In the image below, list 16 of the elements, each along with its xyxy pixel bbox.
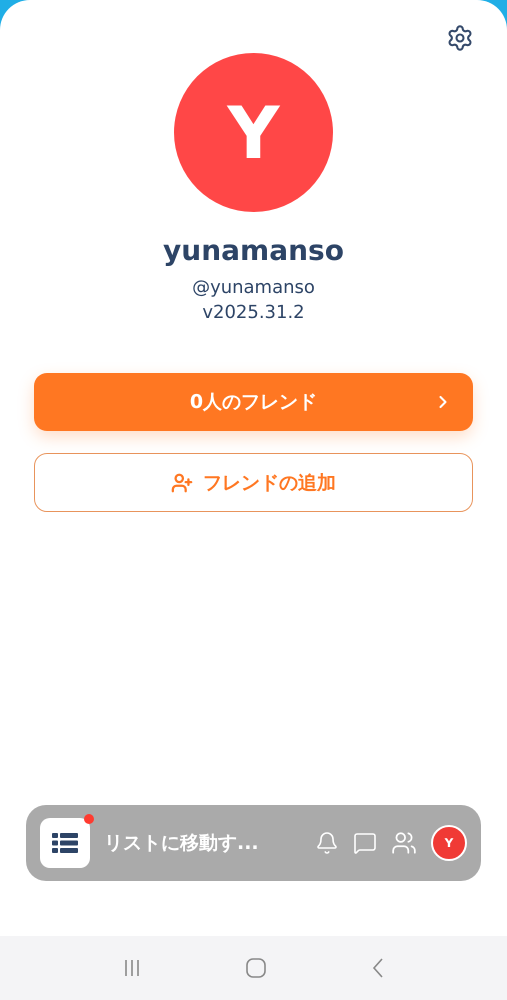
settings-icon[interactable] bbox=[446, 24, 474, 52]
bell-icon[interactable] bbox=[315, 831, 339, 855]
chat-icon[interactable] bbox=[353, 831, 377, 855]
friends-button[interactable]: 0人のフレンド bbox=[34, 373, 473, 431]
add-friend-button[interactable]: フレンドの追加 bbox=[34, 453, 473, 512]
home-icon[interactable] bbox=[245, 957, 268, 979]
user-plus-icon bbox=[171, 472, 193, 494]
users-icon[interactable] bbox=[391, 830, 417, 856]
avatar: Y bbox=[174, 53, 333, 212]
user-handle: @yunamanso bbox=[192, 277, 315, 298]
back-icon[interactable] bbox=[371, 957, 386, 979]
app-version: v2025.31.2 bbox=[202, 302, 305, 323]
list-icon bbox=[52, 833, 78, 853]
profile-avatar-button[interactable]: Y bbox=[431, 825, 467, 861]
user-name: yunamanso bbox=[163, 234, 344, 267]
list-label: リストに移動す... bbox=[104, 831, 260, 856]
